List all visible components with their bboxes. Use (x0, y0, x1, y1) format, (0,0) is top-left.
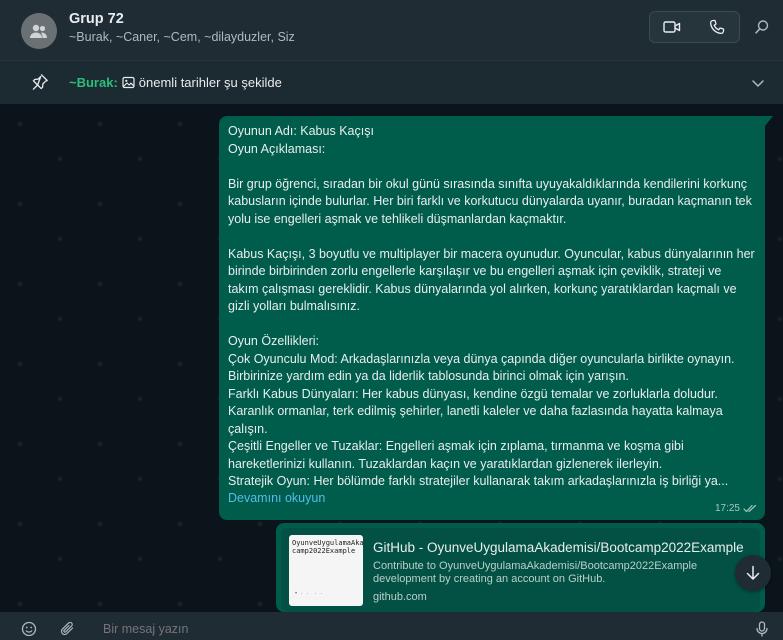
link-thumbnail: OyunveUygulamaAkademi camp2022Example • … (289, 535, 363, 606)
message-time: 17:25 (714, 503, 740, 514)
link-message-bubble[interactable]: OyunveUygulamaAkademi camp2022Example • … (276, 523, 765, 612)
emoji-icon[interactable] (21, 621, 37, 637)
read-more-link[interactable]: Devamını okuyun (228, 491, 325, 505)
link-preview[interactable]: OyunveUygulamaAkademi camp2022Example • … (281, 528, 760, 612)
chevron-down-icon[interactable] (750, 75, 766, 91)
link-host: github.com (373, 591, 427, 603)
call-buttons (649, 11, 740, 43)
video-call-button[interactable] (650, 12, 695, 42)
image-icon (122, 76, 135, 89)
message-input[interactable] (103, 622, 603, 636)
pin-icon (32, 74, 48, 90)
pinned-message-preview[interactable]: ~Burak: önemli tarihler şu şekilde (69, 75, 282, 90)
message-text: Oyunun Adı: Kabus Kaçışı Oyun Açıklaması… (228, 124, 755, 488)
search-icon (755, 20, 769, 34)
group-avatar-icon[interactable] (21, 13, 57, 49)
link-description: Contribute to OyunveUygulamaAkademisi/Bo… (373, 560, 698, 585)
message-bubble[interactable]: Oyunun Adı: Kabus Kaçışı Oyun Açıklaması… (219, 116, 773, 520)
chat-members[interactable]: ~Burak, ~Caner, ~Cem, ~dilayduzler, Siz (69, 30, 295, 44)
attach-icon[interactable] (60, 621, 76, 637)
scroll-down-button[interactable] (735, 555, 771, 591)
voice-call-icon (709, 19, 724, 35)
chat-header[interactable]: Grup 72 ~Burak, ~Caner, ~Cem, ~dilayduzl… (0, 0, 783, 60)
message-composer (0, 612, 783, 640)
video-call-icon (663, 21, 681, 33)
bubble-tail (765, 116, 773, 126)
mic-icon[interactable] (755, 621, 769, 637)
chat-area[interactable]: Oyunun Adı: Kabus Kaçışı Oyun Açıklaması… (0, 104, 783, 612)
arrow-down-icon (746, 565, 760, 580)
voice-call-button[interactable] (695, 12, 740, 42)
pinned-author: ~Burak: (69, 75, 118, 90)
search-button[interactable] (752, 15, 772, 39)
link-title[interactable]: GitHub - OyunveUygulamaAkademisi/Bootcam… (373, 540, 744, 555)
pinned-text: önemli tarihler şu şekilde (138, 75, 282, 90)
thumbnail-footer: • · · · · (295, 591, 324, 597)
thumbnail-text: OyunveUygulamaAkademi camp2022Example (292, 539, 363, 555)
double-check-icon (743, 504, 757, 513)
chat-title[interactable]: Grup 72 (69, 11, 124, 27)
message-meta: 17:25 (715, 503, 757, 514)
pinned-message-bar[interactable]: ~Burak: önemli tarihler şu şekilde (0, 60, 783, 104)
